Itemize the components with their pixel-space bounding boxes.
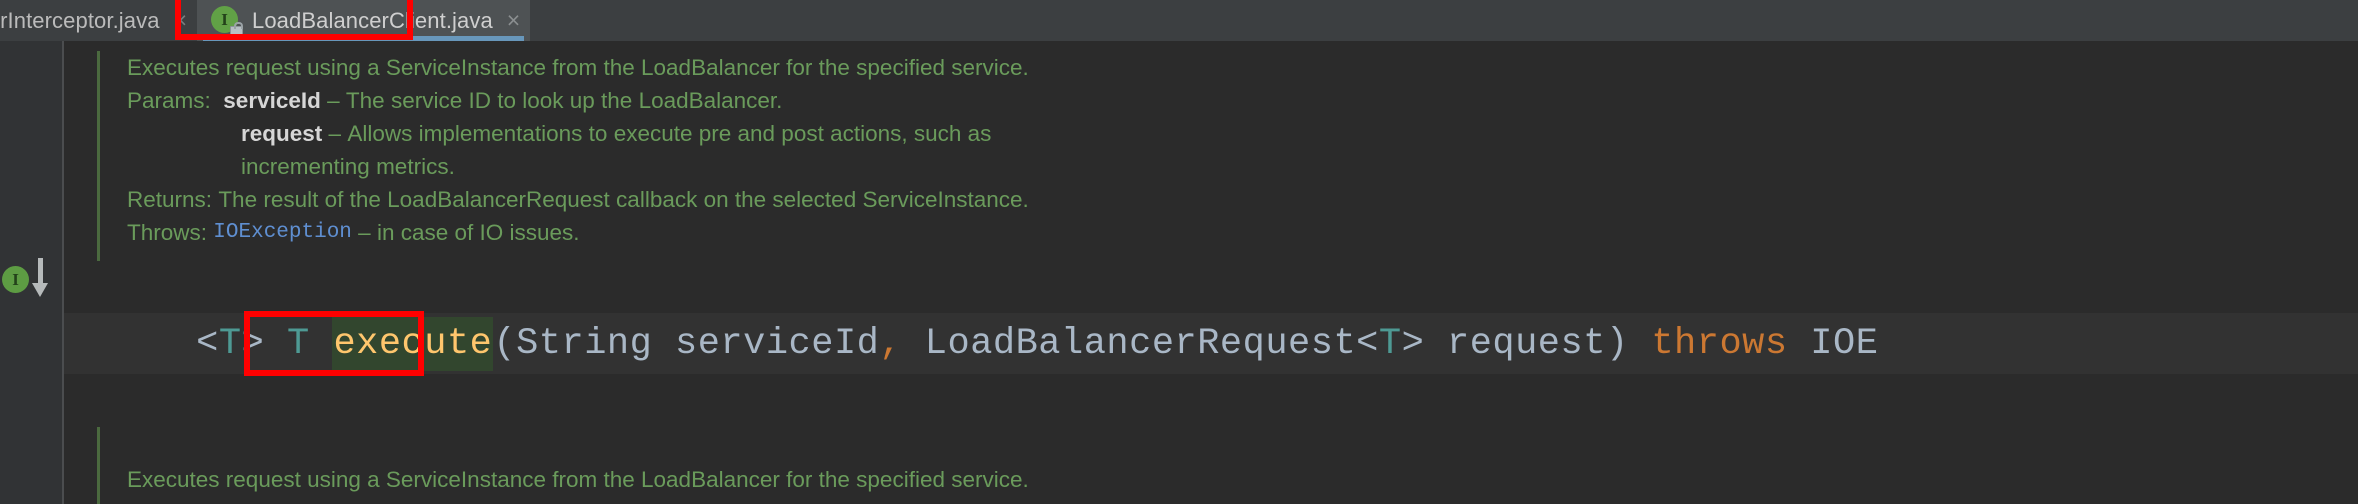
javadoc-dash: – bbox=[358, 219, 371, 245]
code-token-method-name[interactable]: execute bbox=[332, 316, 494, 371]
code-token-return-type: T bbox=[287, 322, 310, 365]
javadoc-param-description-cont: incrementing metrics. bbox=[241, 153, 455, 179]
javadoc-dash: – bbox=[328, 120, 342, 146]
editor-tab-loadbalancerclient[interactable]: I LoadBalancerClient.java × bbox=[197, 0, 531, 41]
method-signature-line[interactable]: < T > T execute ( String serviceId , Loa… bbox=[128, 313, 1878, 374]
code-token-angle-open: < bbox=[196, 322, 219, 365]
lock-icon bbox=[230, 21, 243, 37]
javadoc-throws-text: in case of IO issues. bbox=[376, 219, 580, 245]
close-icon[interactable]: × bbox=[507, 9, 520, 32]
editor-tab-loadbalancerinterceptor[interactable]: ancerInterceptor.java × bbox=[0, 0, 197, 41]
ide-editor-screenshot: ancerInterceptor.java × I LoadBalancerCl… bbox=[0, 0, 2358, 504]
javadoc-returns-text: The result of the LoadBalancerRequest ca… bbox=[218, 186, 1029, 212]
javadoc-block-bottom: Executes request using a ServiceInstance… bbox=[64, 427, 2358, 504]
code-token-param-two-end: > request) bbox=[1401, 322, 1629, 365]
arrow-down-icon bbox=[32, 258, 49, 298]
javadoc-param-description: Allows implementations to execute pre an… bbox=[347, 120, 992, 146]
editor-gutter[interactable]: I bbox=[0, 41, 62, 504]
editor-pane: I Executes request using a ServiceInstan… bbox=[0, 41, 2358, 504]
code-content[interactable]: Executes request using a ServiceInstance… bbox=[64, 41, 2358, 504]
implementing-method-marker-icon[interactable]: I bbox=[2, 258, 54, 298]
javadoc-params-row: Params: serviceId – The service ID to lo… bbox=[64, 84, 2358, 117]
javadoc-param-description: The service ID to look up the LoadBalanc… bbox=[345, 87, 783, 113]
javadoc-summary-row: Executes request using a ServiceInstance… bbox=[64, 51, 2358, 84]
code-token-comma: , bbox=[879, 322, 903, 365]
javadoc-params-label: Params: bbox=[127, 87, 211, 113]
javadoc-returns-label: Returns: bbox=[127, 186, 213, 212]
java-interface-locked-icon: I bbox=[211, 5, 243, 37]
javadoc-throws-row: Throws: IOException – in case of IO issu… bbox=[64, 216, 2358, 249]
code-token-param-two: LoadBalancerRequest< bbox=[902, 322, 1379, 365]
close-icon[interactable]: × bbox=[174, 9, 187, 32]
code-token-paren-open: ( bbox=[493, 322, 517, 365]
editor-tab-bar: ancerInterceptor.java × I LoadBalancerCl… bbox=[0, 0, 2358, 41]
interface-icon-letter: I bbox=[221, 9, 228, 29]
javadoc-returns-row: Returns: The result of the LoadBalancerR… bbox=[64, 183, 2358, 216]
javadoc-throws-type-link[interactable]: IOException bbox=[213, 221, 352, 244]
editor-tab-label: LoadBalancerClient.java bbox=[252, 7, 493, 33]
javadoc-params-row: request – Allows implementations to exec… bbox=[64, 117, 2358, 150]
code-token-type-param: T bbox=[218, 322, 242, 365]
javadoc-param-name: serviceId bbox=[223, 87, 321, 113]
javadoc-throws-label: Throws: bbox=[127, 219, 208, 245]
code-token-angle-close: > bbox=[241, 322, 265, 365]
code-token-type-param: T bbox=[1378, 322, 1402, 365]
code-token-param-one: String serviceId bbox=[516, 322, 880, 365]
javadoc-summary-text: Executes request using a ServiceInstance… bbox=[127, 54, 1029, 80]
javadoc-summary-text: Executes request using a ServiceInstance… bbox=[127, 466, 1029, 492]
javadoc-params-row-cont: incrementing metrics. bbox=[64, 150, 2358, 183]
gutter-interface-letter: I bbox=[12, 270, 19, 289]
javadoc-dash: – bbox=[327, 87, 340, 113]
javadoc-summary-row: Executes request using a ServiceInstance… bbox=[64, 463, 2358, 496]
javadoc-block-top: Executes request using a ServiceInstance… bbox=[64, 51, 2358, 261]
editor-tab-label: ancerInterceptor.java bbox=[0, 7, 160, 33]
code-token-exception-type: IOE bbox=[1787, 322, 1879, 365]
code-token-throws-keyword: throws bbox=[1651, 322, 1788, 365]
javadoc-param-name: request bbox=[241, 120, 323, 146]
